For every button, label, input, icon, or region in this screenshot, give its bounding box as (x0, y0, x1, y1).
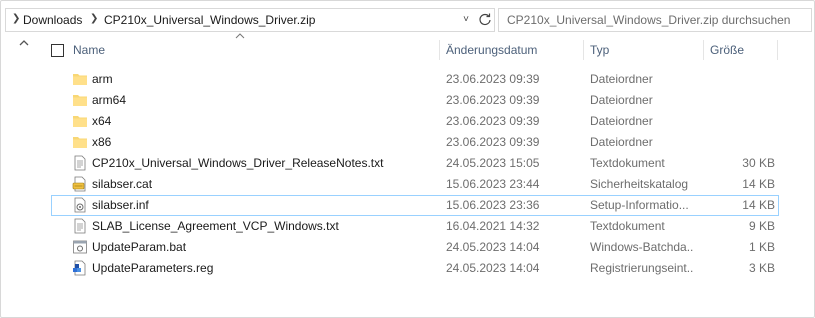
file-name: silabser.cat (92, 177, 153, 191)
list-item[interactable]: arm64 23.06.2023 09:39 Dateiordner (51, 90, 779, 111)
column-date[interactable]: Änderungsdatum (446, 37, 537, 63)
file-type: Textdokument (590, 156, 665, 170)
file-name: x64 (92, 114, 112, 128)
folder-icon (72, 71, 88, 87)
file-name: arm64 (92, 93, 127, 107)
breadcrumb-chevron-icon[interactable]: ❯ (12, 13, 20, 24)
file-date: 16.04.2021 14:32 (446, 219, 540, 233)
column-type[interactable]: Typ (590, 37, 609, 63)
folder-icon (72, 92, 88, 108)
file-type: Dateiordner (590, 93, 653, 107)
breadcrumb-chevron-icon[interactable]: ❯ (90, 13, 98, 24)
file-date: 15.06.2023 23:44 (446, 177, 540, 191)
file-date: 24.05.2023 15:05 (446, 156, 540, 170)
breadcrumb-zip-folder[interactable]: CP210x_Universal_Windows_Driver.zip (104, 13, 315, 27)
file-size: 3 KB (748, 261, 775, 275)
list-item[interactable]: arm 23.06.2023 09:39 Dateiordner (51, 69, 779, 90)
file-size: 9 KB (748, 219, 775, 233)
chevron-down-icon[interactable]: ˅ (459, 12, 473, 28)
security-catalog-icon (72, 176, 88, 192)
list-item[interactable]: SLAB_License_Agreement_VCP_Windows.txt 1… (51, 216, 779, 237)
batch-file-icon (72, 239, 88, 255)
column-divider[interactable] (703, 40, 704, 60)
file-type: Windows-Batchda... (590, 240, 694, 254)
file-name: x86 (92, 135, 112, 149)
list-item[interactable]: silabser.cat 15.06.2023 23:44 Sicherheit… (51, 174, 779, 195)
list-item[interactable]: UpdateParameters.reg 24.05.2023 14:04 Re… (51, 258, 779, 279)
list-item[interactable]: CP210x_Universal_Windows_Driver_ReleaseN… (51, 153, 779, 174)
list-item[interactable]: x86 23.06.2023 09:39 Dateiordner (51, 132, 779, 153)
file-size: 14 KB (742, 177, 775, 191)
column-size[interactable]: Größe (710, 37, 744, 63)
column-divider[interactable] (583, 40, 584, 60)
navigation-pane (1, 35, 49, 317)
file-type: Dateiordner (590, 135, 653, 149)
file-date: 23.06.2023 09:39 (446, 72, 540, 86)
file-date: 24.05.2023 14:04 (446, 261, 540, 275)
file-type: Textdokument (590, 219, 665, 233)
explorer-window: ❯ Downloads ❯ CP210x_Universal_Windows_D… (0, 0, 815, 318)
file-type: Dateiordner (590, 114, 653, 128)
list-item[interactable]: x64 23.06.2023 09:39 Dateiordner (51, 111, 779, 132)
file-name: SLAB_License_Agreement_VCP_Windows.txt (92, 219, 339, 233)
search-box (498, 8, 812, 32)
setup-info-file-icon (72, 197, 88, 213)
sort-ascending-icon (235, 33, 245, 39)
folder-icon (72, 134, 88, 150)
file-list: arm 23.06.2023 09:39 Dateiordner arm64 2… (51, 69, 779, 279)
breadcrumb-downloads[interactable]: Downloads (23, 13, 82, 27)
file-type: Registrierungseint... (590, 261, 694, 275)
refresh-icon[interactable] (476, 11, 494, 29)
file-type: Dateiordner (590, 72, 653, 86)
file-size: 30 KB (742, 156, 775, 170)
address-bar[interactable]: ❯ Downloads ❯ CP210x_Universal_Windows_D… (5, 8, 495, 32)
search-input[interactable] (505, 9, 805, 31)
chevron-up-icon[interactable] (19, 39, 29, 47)
file-type: Sicherheitskatalog (590, 177, 689, 191)
file-name: silabser.inf (92, 198, 149, 212)
file-type: Setup-Informatio... (590, 198, 689, 212)
file-date: 24.05.2023 14:04 (446, 240, 540, 254)
folder-icon (72, 113, 88, 129)
column-divider[interactable] (439, 40, 440, 60)
list-item[interactable]: silabser.inf 15.06.2023 23:36 Setup-Info… (51, 195, 779, 216)
file-name: arm (92, 72, 113, 86)
registry-file-icon (72, 260, 88, 276)
file-name: CP210x_Universal_Windows_Driver_ReleaseN… (92, 156, 384, 170)
file-name: UpdateParameters.reg (92, 261, 214, 275)
text-file-icon (72, 218, 88, 234)
file-date: 23.06.2023 09:39 (446, 114, 540, 128)
file-date: 23.06.2023 09:39 (446, 93, 540, 107)
file-name: UpdateParam.bat (92, 240, 187, 254)
column-header: Name Änderungsdatum Typ Größe (49, 33, 814, 63)
address-row: ❯ Downloads ❯ CP210x_Universal_Windows_D… (1, 7, 814, 33)
file-size: 14 KB (742, 198, 775, 212)
file-size: 1 KB (748, 240, 775, 254)
file-date: 15.06.2023 23:36 (446, 198, 540, 212)
column-name[interactable]: Name (73, 37, 105, 63)
file-date: 23.06.2023 09:39 (446, 135, 540, 149)
text-file-icon (72, 155, 88, 171)
column-divider[interactable] (777, 40, 778, 60)
list-item[interactable]: UpdateParam.bat 24.05.2023 14:04 Windows… (51, 237, 779, 258)
select-all-checkbox[interactable] (51, 44, 64, 57)
